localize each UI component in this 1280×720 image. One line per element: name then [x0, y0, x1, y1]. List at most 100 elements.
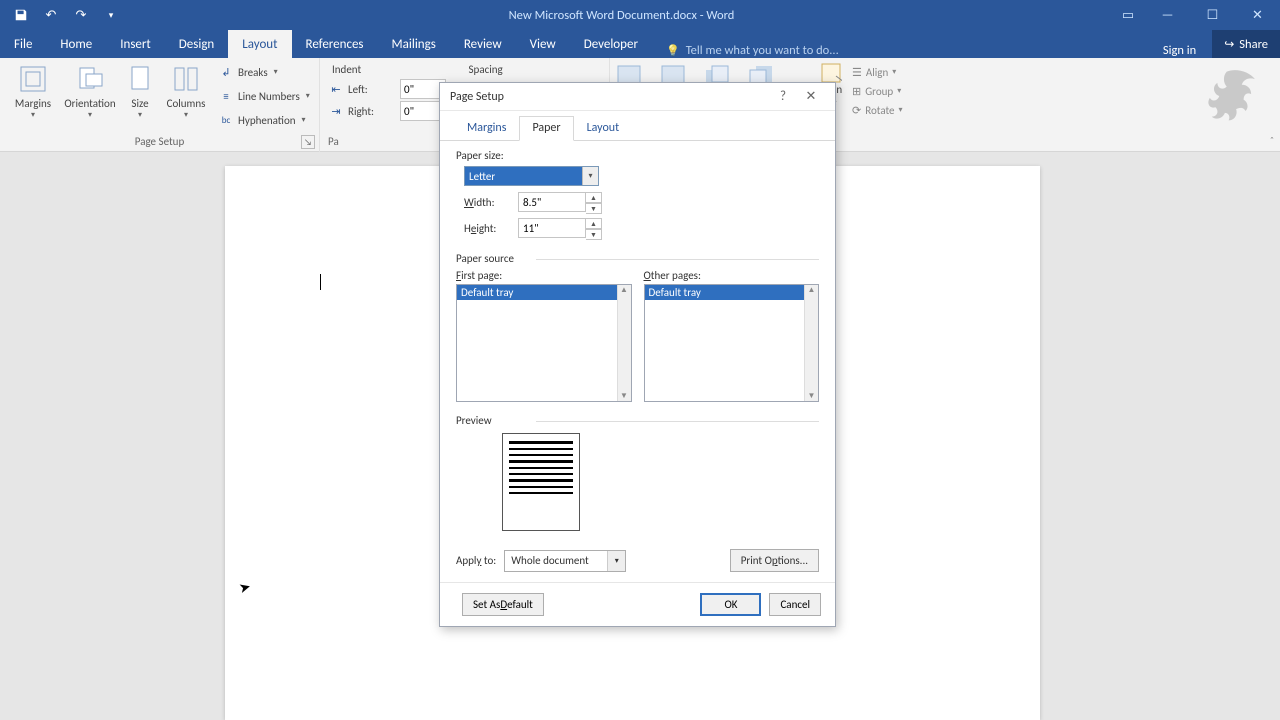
apply-to-label: Apply to: — [456, 554, 496, 567]
tab-references[interactable]: References — [292, 30, 378, 58]
margins-button[interactable]: Margins▾ — [8, 61, 58, 120]
group-icon: ⊞ — [852, 83, 861, 99]
align-label: Align — [866, 66, 888, 79]
indent-right-icon: ⇥ — [328, 103, 344, 119]
undo-button[interactable]: ↶ — [38, 4, 64, 26]
tab-insert[interactable]: Insert — [106, 30, 165, 58]
height-spinbox[interactable]: ▲▼ — [518, 218, 602, 238]
ribbon-display-options[interactable]: ▭ — [1111, 0, 1145, 30]
first-page-scrollbar[interactable]: ▲▼ — [617, 285, 631, 401]
rotate-icon: ⟳ — [852, 102, 861, 118]
dialog-tab-margins[interactable]: Margins — [454, 116, 519, 141]
tell-me-search[interactable]: Tell me what you want to do... — [666, 43, 839, 58]
width-spin-down[interactable]: ▼ — [586, 203, 602, 214]
tab-view[interactable]: View — [516, 30, 570, 58]
align-icon: ☰ — [852, 64, 862, 80]
apply-to-combo[interactable]: Whole document ▾ — [504, 550, 626, 572]
other-pages-selected[interactable]: Default tray — [645, 285, 819, 300]
height-input[interactable] — [518, 218, 586, 238]
height-spin-up[interactable]: ▲ — [586, 218, 602, 229]
save-button[interactable] — [8, 4, 34, 26]
preview-label: Preview — [456, 414, 819, 427]
width-spinbox[interactable]: ▲▼ — [518, 192, 602, 212]
dragon-watermark-icon — [1206, 64, 1270, 128]
width-input[interactable] — [518, 192, 586, 212]
orientation-label: Orientation — [64, 97, 115, 110]
lightbulb-icon — [666, 43, 680, 58]
dialog-close-button[interactable]: ✕ — [797, 89, 825, 104]
breaks-button[interactable]: ↲Breaks▾ — [218, 61, 310, 83]
ribbon-tabs: File Home Insert Design Layout Reference… — [0, 30, 1280, 58]
first-page-selected[interactable]: Default tray — [457, 285, 631, 300]
customize-qat-button[interactable]: ▾ — [98, 4, 124, 26]
line-numbers-label: Line Numbers — [238, 90, 300, 103]
dialog-tab-layout[interactable]: Layout — [574, 116, 633, 141]
other-pages-label: Other pages: — [644, 269, 820, 282]
tab-mailings[interactable]: Mailings — [378, 30, 450, 58]
collapse-ribbon-button[interactable]: ˆ — [1270, 134, 1274, 147]
width-spin-up[interactable]: ▲ — [586, 192, 602, 203]
dialog-help-button[interactable]: ? — [769, 89, 797, 104]
hyphenation-icon: bc — [218, 112, 234, 128]
margins-icon — [17, 63, 49, 95]
quick-access-toolbar: ↶ ↷ ▾ — [0, 4, 132, 26]
dialog-body: Paper size: Letter ▾ Width: ▲▼ Height: ▲… — [440, 141, 835, 580]
share-icon — [1224, 37, 1234, 52]
selection-pane-icon[interactable] — [820, 62, 842, 84]
tab-file[interactable]: File — [0, 30, 46, 58]
orientation-icon — [74, 63, 106, 95]
redo-button[interactable]: ↷ — [68, 4, 94, 26]
tab-review[interactable]: Review — [450, 30, 516, 58]
other-pages-scrollbar[interactable]: ▲▼ — [804, 285, 818, 401]
dialog-tab-paper[interactable]: Paper — [519, 116, 573, 141]
paper-size-label: Paper size: — [456, 149, 819, 162]
height-spin-down[interactable]: ▼ — [586, 229, 602, 240]
tab-home[interactable]: Home — [46, 30, 106, 58]
columns-button[interactable]: Columns▾ — [162, 61, 210, 120]
indent-header: Indent — [328, 61, 465, 78]
sign-in-link[interactable]: Sign in — [1147, 43, 1212, 58]
apply-to-value: Whole document — [505, 551, 607, 571]
spacing-header: Spacing — [465, 61, 602, 78]
set-as-default-button[interactable]: Set As Default — [462, 593, 544, 616]
breaks-label: Breaks — [238, 66, 268, 79]
paper-source-label: Paper source — [456, 252, 819, 265]
first-page-listbox[interactable]: Default tray ▲▼ — [456, 284, 632, 402]
tab-layout[interactable]: Layout — [228, 30, 291, 58]
hyphenation-button[interactable]: bcHyphenation▾ — [218, 109, 310, 131]
window-controls: ▭ — ☐ ✕ — [1111, 0, 1280, 30]
other-pages-listbox[interactable]: Default tray ▲▼ — [644, 284, 820, 402]
indent-left-icon: ⇤ — [328, 81, 344, 97]
tell-me-placeholder: Tell me what you want to do... — [686, 43, 839, 58]
group-page-setup: Margins▾ Orientation▾ Size▾ Columns▾ ↲ Br… — [0, 58, 320, 152]
size-button[interactable]: Size▾ — [122, 61, 158, 120]
columns-icon — [170, 63, 202, 95]
text-cursor — [320, 274, 321, 290]
maximize-button[interactable]: ☐ — [1190, 0, 1235, 30]
share-label: Share — [1239, 37, 1268, 52]
line-numbers-button[interactable]: ≡Line Numbers▾ — [218, 85, 310, 107]
window-title: New Microsoft Word Document.docx - Word — [132, 8, 1111, 23]
orientation-button[interactable]: Orientation▾ — [62, 61, 118, 120]
breaks-icon: ↲ — [218, 64, 234, 80]
print-options-button[interactable]: Print Options... — [730, 549, 819, 572]
ok-button[interactable]: OK — [700, 593, 761, 616]
page-setup-launcher[interactable]: ↘ — [301, 135, 315, 149]
line-numbers-icon: ≡ — [218, 88, 234, 104]
preview-thumbnail — [502, 433, 580, 531]
dialog-title: Page Setup — [450, 90, 504, 104]
tab-developer[interactable]: Developer — [570, 30, 652, 58]
share-button[interactable]: Share — [1212, 30, 1280, 58]
apply-to-dropdown-icon[interactable]: ▾ — [607, 551, 625, 571]
indent-right-label: Right: — [348, 105, 396, 118]
cancel-button[interactable]: Cancel — [769, 593, 821, 616]
page-setup-group-label: Page Setup↘ — [8, 132, 311, 152]
close-window-button[interactable]: ✕ — [1235, 0, 1280, 30]
first-page-label: First page: — [456, 269, 632, 282]
dialog-tabs: Margins Paper Layout — [440, 111, 835, 141]
minimize-button[interactable]: — — [1145, 0, 1190, 30]
tab-design[interactable]: Design — [165, 30, 228, 58]
margins-label: Margins — [15, 97, 51, 110]
paper-size-combo[interactable]: Letter ▾ — [464, 166, 599, 186]
paper-size-dropdown-icon[interactable]: ▾ — [582, 167, 598, 185]
